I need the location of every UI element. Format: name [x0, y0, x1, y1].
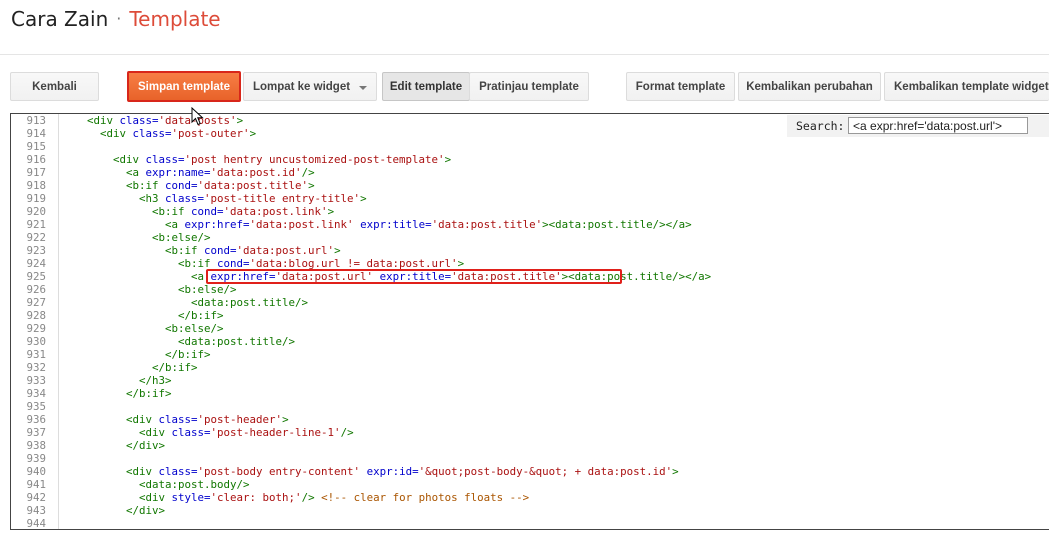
- code-line: <b:if cond='data:post.url'>: [165, 244, 341, 257]
- line-number: 920: [26, 205, 46, 218]
- line-number: 919: [26, 192, 46, 205]
- code-line: <a expr:href='data:post.link' expr:title…: [165, 218, 692, 231]
- code-line: </div>: [126, 439, 166, 452]
- chevron-down-icon: [359, 85, 368, 90]
- code-line: <div style='clear: both;'/> <!-- clear f…: [139, 491, 530, 504]
- code-line: <a expr:name='data:post.id'/>: [126, 166, 315, 179]
- save-template-button[interactable]: Simpan template: [127, 71, 241, 102]
- code-line: </b:if>: [152, 361, 198, 374]
- code-line: <div class='post-outer'>: [100, 127, 257, 140]
- code-line: </b:if>: [165, 348, 211, 361]
- line-number: 916: [26, 153, 46, 166]
- line-number: 943: [26, 504, 46, 517]
- line-number: 918: [26, 179, 46, 192]
- code-line: <div class='post hentry uncustomized-pos…: [113, 153, 452, 166]
- line-number: 925: [26, 270, 46, 283]
- line-number: 932: [26, 361, 46, 374]
- preview-template-button[interactable]: Pratinjau template: [469, 72, 589, 101]
- code-line: <b:if cond='data:post.link'>: [152, 205, 335, 218]
- line-number: 938: [26, 439, 46, 452]
- line-number: 936: [26, 413, 46, 426]
- line-number: 942: [26, 491, 46, 504]
- line-number: 933: [26, 374, 46, 387]
- edit-template-label: Edit template: [389, 80, 463, 93]
- line-number: 924: [26, 257, 46, 270]
- code-line: <b:else/>: [178, 283, 237, 296]
- line-number: 915: [26, 140, 46, 153]
- back-button[interactable]: Kembali: [10, 72, 99, 101]
- preview-template-label: Pratinjau template: [479, 80, 579, 93]
- app-title: Cara Zain · Template: [11, 7, 221, 31]
- code-line: <div class='data-posts'>: [87, 114, 244, 127]
- format-template-button[interactable]: Format template: [626, 72, 735, 101]
- search-label: Search:: [796, 119, 845, 133]
- mouse-pointer-icon: [191, 107, 204, 126]
- line-number: 913: [26, 114, 46, 127]
- code-line: <data:post.body/>: [139, 478, 250, 491]
- blog-name[interactable]: Cara Zain: [11, 7, 108, 31]
- search-bar: Search:: [787, 115, 1049, 137]
- jump-to-widget-dropdown[interactable]: Lompat ke widget: [243, 72, 377, 101]
- line-number: 914: [26, 127, 46, 140]
- code-line: <data:post.title/>: [178, 335, 296, 348]
- revert-widget-templates-label: Kembalikan template widget k: [894, 80, 1049, 93]
- revert-changes-label: Kembalikan perubahan: [746, 80, 873, 93]
- code-line: <div class='post-header-line-1'/>: [139, 426, 354, 439]
- edit-template-button[interactable]: Edit template: [382, 72, 470, 101]
- title-separator: ·: [116, 9, 122, 28]
- line-number: 929: [26, 322, 46, 335]
- revert-widget-templates-button[interactable]: Kembalikan template widget k: [884, 72, 1049, 101]
- code-line: </b:if>: [178, 309, 224, 322]
- code-line: </div>: [126, 504, 166, 517]
- line-number: 937: [26, 426, 46, 439]
- line-number: 944: [26, 517, 46, 530]
- code-line: <data:post.title/>: [191, 296, 309, 309]
- format-template-label: Format template: [635, 80, 726, 93]
- line-number: 928: [26, 309, 46, 322]
- code-line: <b:else/>: [165, 322, 224, 335]
- save-template-label: Simpan template: [137, 80, 231, 93]
- line-number: 923: [26, 244, 46, 257]
- code-line: <div class='post-body entry-content' exp…: [126, 465, 679, 478]
- line-number: 941: [26, 478, 46, 491]
- code-editor[interactable]: 913 914 915 916 917 918 919 920 921 922 923 924 925 9…: [10, 113, 1049, 530]
- code-line: <b:else/>: [152, 231, 211, 244]
- page-header: Cara Zain · Template: [0, 0, 1049, 55]
- jump-to-widget-label: Lompat ke widget: [252, 80, 351, 93]
- page-title: Template: [129, 7, 221, 31]
- code-line: </h3>: [139, 374, 172, 387]
- line-number: 934: [26, 387, 46, 400]
- line-number: 939: [26, 452, 46, 465]
- line-number: 931: [26, 348, 46, 361]
- line-number: 922: [26, 231, 46, 244]
- code-line: <b:if cond='data:post.title'>: [126, 179, 315, 192]
- toolbar: Kembali Simpan template Lompat ke widget…: [0, 71, 1049, 104]
- revert-changes-button[interactable]: Kembalikan perubahan: [738, 72, 881, 101]
- code-line: <div class='post-header'>: [126, 413, 289, 426]
- line-number: 940: [26, 465, 46, 478]
- line-number: 921: [26, 218, 46, 231]
- search-input[interactable]: [848, 117, 1028, 134]
- back-button-label: Kembali: [32, 80, 77, 93]
- line-number: 917: [26, 166, 46, 179]
- line-number: 930: [26, 335, 46, 348]
- line-number: 926: [26, 283, 46, 296]
- line-number-gutter: 913 914 915 916 917 918 919 920 921 922 923 924 925 9…: [11, 114, 59, 529]
- line-number: 935: [26, 400, 46, 413]
- line-number: 927: [26, 296, 46, 309]
- code-line: </b:if>: [126, 387, 172, 400]
- code-line: <h3 class='post-title entry-title'>: [139, 192, 367, 205]
- search-match-highlight: [206, 269, 622, 284]
